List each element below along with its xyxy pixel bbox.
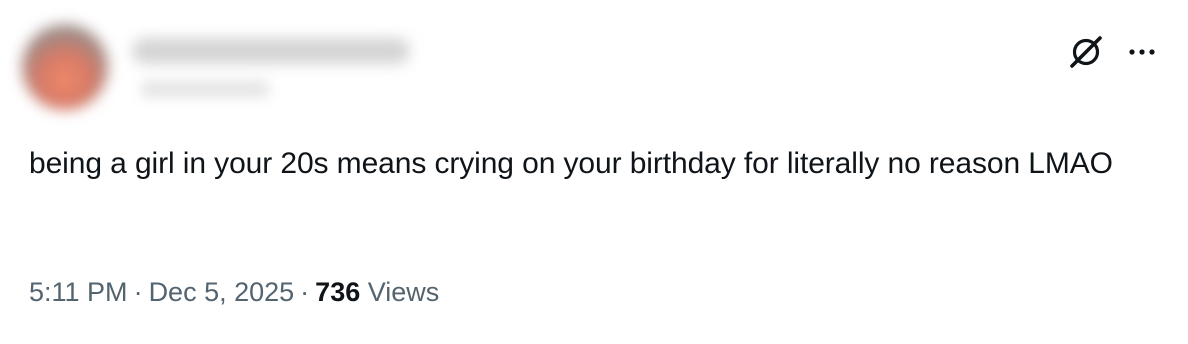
meta-separator: ·	[300, 277, 310, 307]
views-count[interactable]: 736	[315, 277, 360, 307]
avatar[interactable]	[22, 24, 108, 110]
more-options-icon[interactable]	[1124, 34, 1160, 70]
grok-icon[interactable]	[1066, 32, 1106, 72]
tweet-date[interactable]: Dec 5, 2025	[149, 277, 295, 307]
tweet-metadata: 5:11 PM · Dec 5, 2025 · 736 Views	[29, 272, 439, 312]
tweet-text: being a girl in your 20s means crying on…	[29, 147, 1113, 180]
tweet-time[interactable]: 5:11 PM	[29, 277, 128, 307]
tweet-card: being a girl in your 20s means crying on…	[0, 0, 1188, 344]
views-label[interactable]: Views	[368, 277, 440, 307]
meta-separator: ·	[133, 277, 143, 307]
author-handle-blurred[interactable]	[140, 80, 270, 98]
author-name-blurred[interactable]	[132, 38, 410, 64]
